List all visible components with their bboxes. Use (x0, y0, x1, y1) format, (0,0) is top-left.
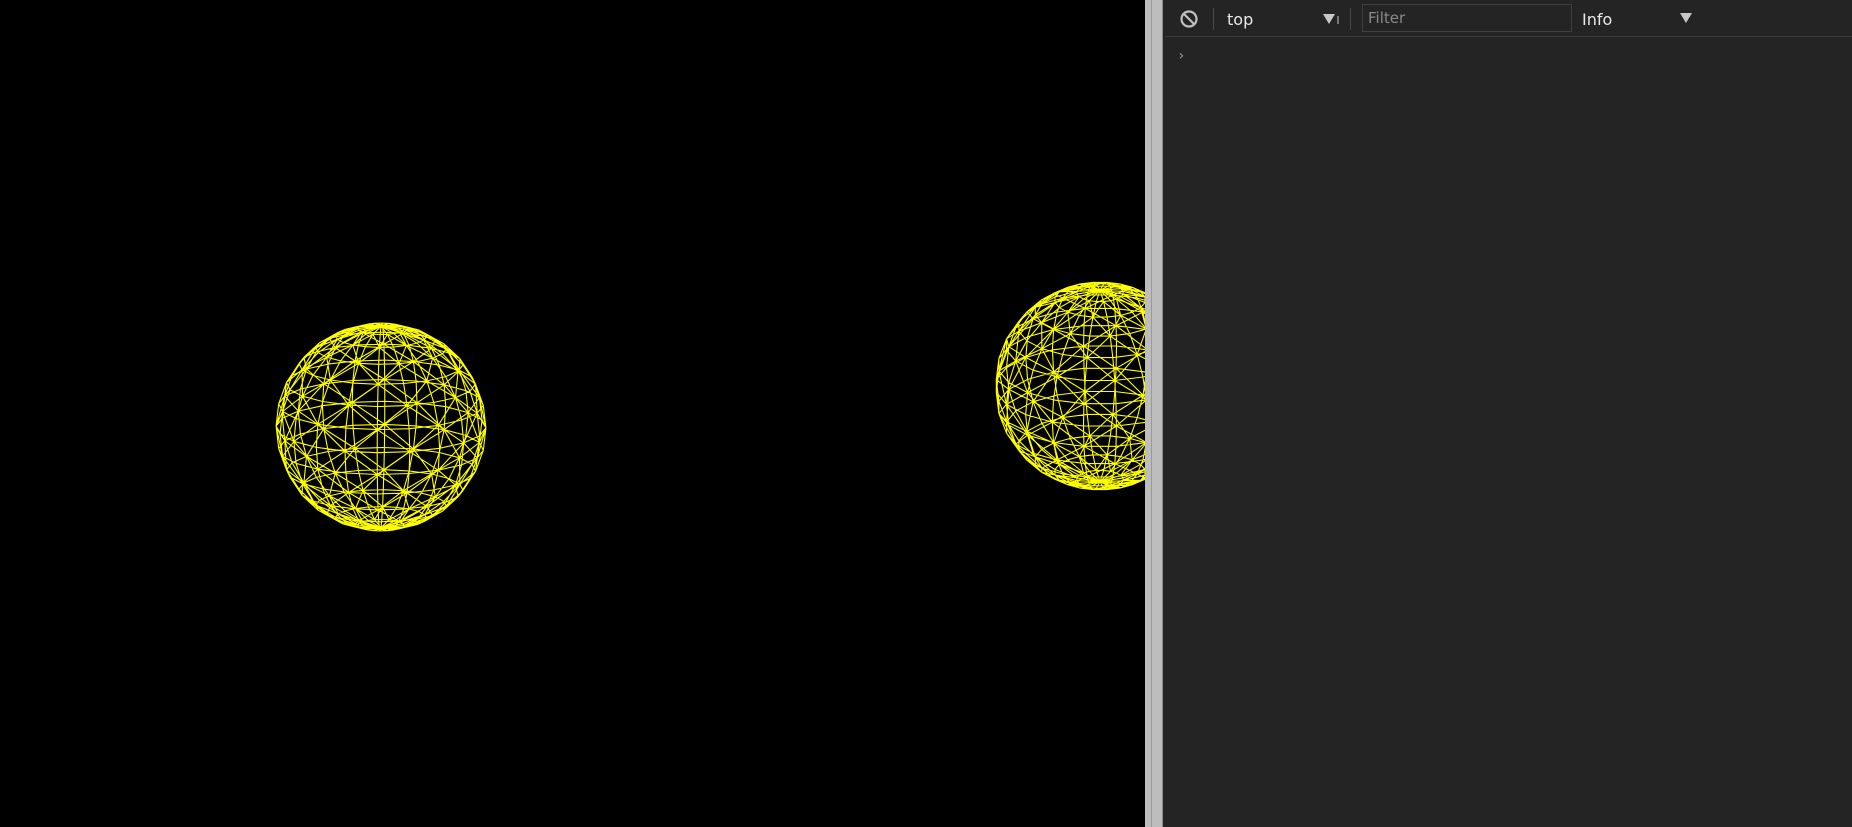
toolbar-divider (1350, 8, 1351, 30)
filter-input[interactable] (1362, 4, 1572, 32)
sphere-wireframe-mesh (275, 322, 487, 532)
devtools-console-panel: top Info › (1165, 0, 1852, 827)
log-level-selector[interactable]: Info (1582, 5, 1692, 33)
toolbar-divider (1213, 8, 1214, 30)
splitter-grip[interactable] (1151, 0, 1152, 827)
webgl-viewport[interactable] (0, 0, 1145, 827)
splitter-bar[interactable] (1145, 0, 1163, 827)
sphere-wireframe-mesh (995, 281, 1145, 491)
console-toolbar: top Info (1165, 0, 1852, 37)
caret-down-icon (1680, 13, 1692, 23)
block-icon (1180, 10, 1198, 28)
resize-tick (1337, 16, 1339, 24)
chevron-right-icon: › (1177, 48, 1186, 64)
panel-splitter[interactable] (1145, 0, 1165, 827)
context-selector[interactable]: top (1227, 5, 1342, 33)
wireframe-sphere-left (275, 322, 487, 532)
clear-console-button[interactable] (1179, 9, 1199, 29)
scene-canvas[interactable] (0, 0, 1145, 827)
wireframe-sphere-right (995, 281, 1145, 491)
console-prompt[interactable]: › (1177, 46, 1827, 66)
caret-down-icon (1323, 14, 1335, 24)
log-level-label: Info (1582, 10, 1613, 29)
context-label: top (1227, 10, 1254, 29)
